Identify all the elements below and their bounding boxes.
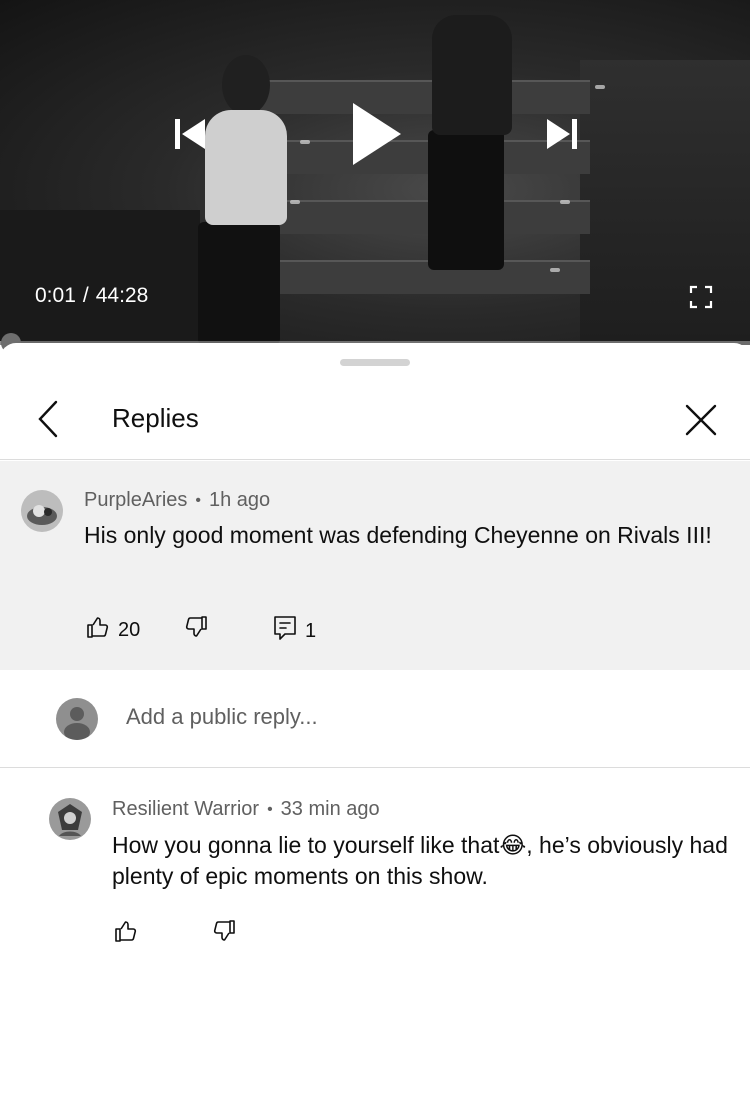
duration: 44:28 xyxy=(95,284,149,307)
like-button[interactable] xyxy=(114,919,138,949)
meta-dot: • xyxy=(195,491,201,509)
avatar[interactable] xyxy=(49,798,91,840)
drag-handle[interactable] xyxy=(340,359,410,366)
comment-author[interactable]: PurpleAries xyxy=(84,489,187,512)
add-reply-row xyxy=(0,670,750,768)
thumbs-up-icon xyxy=(86,615,110,645)
reply-text-part: How you gonna lie to yourself like that xyxy=(112,832,500,858)
video-player[interactable]: 0:01 / 44:28 xyxy=(0,0,750,345)
skip-next-icon[interactable] xyxy=(540,112,584,156)
comment-meta: PurpleAries • 1h ago xyxy=(84,489,270,512)
reply-text: How you gonna lie to yourself like that😂… xyxy=(112,830,732,892)
avatar xyxy=(56,698,98,740)
current-time: 0:01 xyxy=(35,284,76,307)
comment-time: 1h ago xyxy=(209,489,271,511)
laughing-emoji-icon: 😂 xyxy=(499,832,527,858)
fullscreen-icon[interactable] xyxy=(684,280,718,314)
time-separator: / xyxy=(82,284,89,307)
reply-count: 1 xyxy=(305,619,317,642)
back-arrow-icon[interactable] xyxy=(28,399,68,439)
avatar[interactable] xyxy=(21,490,63,532)
reply-meta: Resilient Warrior • 33 min ago xyxy=(112,798,380,821)
time-display: 0:01 / 44:28 xyxy=(35,284,148,308)
dislike-button[interactable] xyxy=(184,615,208,645)
thumbs-down-icon xyxy=(212,919,236,949)
reply-button[interactable]: 1 xyxy=(273,615,316,647)
dislike-button[interactable] xyxy=(212,919,236,949)
like-count: 20 xyxy=(118,618,141,641)
comment-text: His only good moment was defending Cheye… xyxy=(84,522,712,548)
skip-previous-icon[interactable] xyxy=(168,112,212,156)
reply-author[interactable]: Resilient Warrior xyxy=(112,798,259,821)
thumbs-up-icon xyxy=(114,919,138,949)
sheet-header: Replies xyxy=(0,383,750,460)
play-icon[interactable] xyxy=(344,98,408,170)
reply-input[interactable] xyxy=(126,704,686,730)
parent-comment: PurpleAries • 1h ago His only good momen… xyxy=(0,461,750,670)
close-icon[interactable] xyxy=(680,399,722,441)
sheet-title: Replies xyxy=(112,403,199,433)
comment-icon xyxy=(273,615,297,647)
replies-sheet: Replies PurpleAries • 1h ago His only go… xyxy=(0,343,750,1119)
reply-time: 33 min ago xyxy=(280,798,380,820)
like-button[interactable]: 20 xyxy=(86,615,140,645)
thumbs-down-icon xyxy=(184,615,208,645)
meta-dot: • xyxy=(267,800,273,818)
